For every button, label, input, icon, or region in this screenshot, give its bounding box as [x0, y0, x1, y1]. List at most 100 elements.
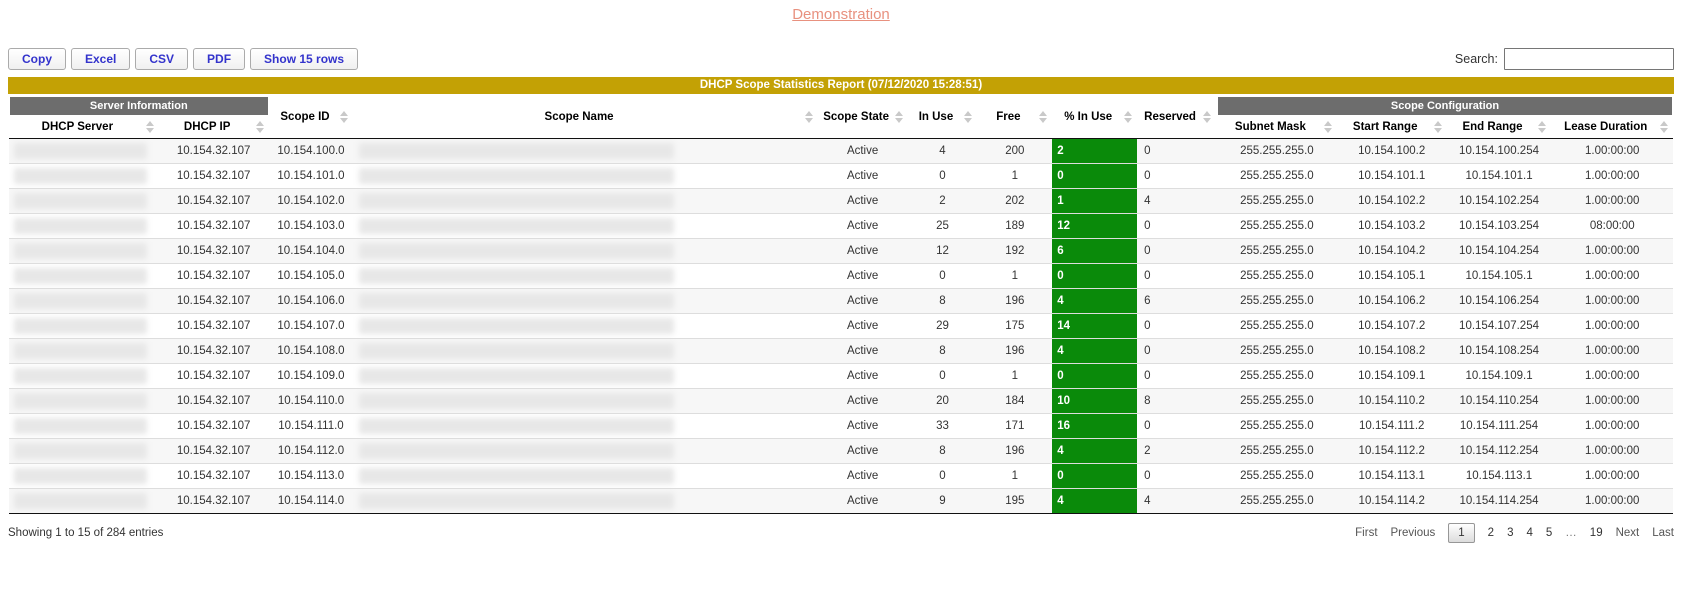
- column-header-reserved[interactable]: Reserved: [1137, 97, 1217, 138]
- cell-start-range: 10.154.104.2: [1337, 238, 1447, 263]
- sort-icon[interactable]: [1039, 111, 1047, 123]
- cell-dhcp-server-redacted: [9, 488, 159, 513]
- cell-free: 200: [977, 138, 1052, 163]
- sort-icon[interactable]: [1660, 121, 1668, 133]
- redacted-blur: [359, 393, 674, 409]
- cell-dhcp-server-redacted: [9, 413, 159, 438]
- cell-in-use: 29: [908, 313, 978, 338]
- column-header-pct-in-use[interactable]: % In Use: [1052, 97, 1137, 138]
- page-number[interactable]: 19: [1590, 527, 1603, 539]
- column-header-end-range[interactable]: End Range: [1447, 116, 1552, 138]
- cell-scope-state: Active: [818, 163, 908, 188]
- redacted-blur: [359, 343, 674, 359]
- cell-subnet-mask: 255.255.255.0: [1217, 188, 1337, 213]
- table-row: 10.154.32.107 10.154.109.0 Active 0 1 0 …: [9, 363, 1673, 388]
- cell-pct-in-use: 0: [1052, 163, 1137, 188]
- table-row: 10.154.32.107 10.154.106.0 Active 8 196 …: [9, 288, 1673, 313]
- cell-start-range: 10.154.103.2: [1337, 213, 1447, 238]
- cell-end-range: 10.154.105.1: [1447, 263, 1552, 288]
- sort-icon[interactable]: [146, 121, 154, 133]
- csv-button[interactable]: CSV: [135, 48, 188, 70]
- copy-button[interactable]: Copy: [8, 48, 66, 70]
- page-number-current[interactable]: 1: [1448, 523, 1474, 543]
- sort-icon[interactable]: [805, 111, 813, 123]
- column-header-scope-state[interactable]: Scope State: [818, 97, 908, 138]
- table-row: 10.154.32.107 10.154.104.0 Active 12 192…: [9, 238, 1673, 263]
- sort-icon[interactable]: [1538, 121, 1546, 133]
- page-first-button[interactable]: First: [1355, 527, 1377, 539]
- cell-free: 1: [977, 463, 1052, 488]
- cell-reserved: 0: [1137, 363, 1217, 388]
- cell-dhcp-server-redacted: [9, 238, 159, 263]
- page-number[interactable]: 2: [1488, 527, 1494, 539]
- cell-reserved: 0: [1137, 463, 1217, 488]
- cell-end-range: 10.154.110.254: [1447, 388, 1552, 413]
- cell-subnet-mask: 255.255.255.0: [1217, 238, 1337, 263]
- column-header-in-use[interactable]: In Use: [908, 97, 978, 138]
- cell-free: 192: [977, 238, 1052, 263]
- column-header-free[interactable]: Free: [977, 97, 1052, 138]
- cell-pct-in-use: 16: [1052, 413, 1137, 438]
- cell-dhcp-ip: 10.154.32.107: [159, 388, 269, 413]
- cell-scope-id: 10.154.102.0: [269, 188, 354, 213]
- report-title-bar: DHCP Scope Statistics Report (07/12/2020…: [8, 77, 1674, 94]
- table-row: 10.154.32.107 10.154.105.0 Active 0 1 0 …: [9, 263, 1673, 288]
- column-header-subnet-mask[interactable]: Subnet Mask: [1217, 116, 1337, 138]
- search-input[interactable]: [1504, 48, 1674, 70]
- cell-pct-in-use: 2: [1052, 138, 1137, 163]
- cell-scope-name-redacted: [353, 363, 817, 388]
- cell-start-range: 10.154.105.1: [1337, 263, 1447, 288]
- excel-button[interactable]: Excel: [71, 48, 130, 70]
- sort-icon[interactable]: [895, 111, 903, 123]
- column-header-start-range[interactable]: Start Range: [1337, 116, 1447, 138]
- column-header-dhcp-server[interactable]: DHCP Server: [9, 116, 159, 138]
- column-header-lease-duration[interactable]: Lease Duration: [1551, 116, 1673, 138]
- redacted-blur: [14, 218, 147, 234]
- cell-end-range: 10.154.102.254: [1447, 188, 1552, 213]
- sort-icon[interactable]: [1324, 121, 1332, 133]
- page-number[interactable]: 5: [1546, 527, 1552, 539]
- column-label: Scope ID: [280, 111, 329, 123]
- cell-lease-duration: 1.00:00:00: [1551, 263, 1673, 288]
- cell-in-use: 4: [908, 138, 978, 163]
- pdf-button[interactable]: PDF: [193, 48, 245, 70]
- column-header-dhcp-ip[interactable]: DHCP IP: [159, 116, 269, 138]
- cell-scope-state: Active: [818, 238, 908, 263]
- cell-pct-in-use: 0: [1052, 263, 1137, 288]
- sort-icon[interactable]: [256, 121, 264, 133]
- page-header: Demonstration: [0, 0, 1682, 34]
- demonstration-link[interactable]: Demonstration: [792, 6, 890, 23]
- cell-scope-id: 10.154.107.0: [269, 313, 354, 338]
- cell-start-range: 10.154.102.2: [1337, 188, 1447, 213]
- cell-lease-duration: 1.00:00:00: [1551, 338, 1673, 363]
- column-header-scope-name[interactable]: Scope Name: [353, 97, 817, 138]
- cell-reserved: 8: [1137, 388, 1217, 413]
- cell-scope-state: Active: [818, 288, 908, 313]
- cell-pct-in-use: 0: [1052, 363, 1137, 388]
- page-number[interactable]: 3: [1507, 527, 1513, 539]
- column-header-scope-id[interactable]: Scope ID: [269, 97, 354, 138]
- cell-end-range: 10.154.114.254: [1447, 488, 1552, 513]
- show-rows-button[interactable]: Show 15 rows: [250, 48, 358, 70]
- sort-icon[interactable]: [340, 111, 348, 123]
- cell-subnet-mask: 255.255.255.0: [1217, 263, 1337, 288]
- table-row: 10.154.32.107 10.154.100.0 Active 4 200 …: [9, 138, 1673, 163]
- page-next-button[interactable]: Next: [1616, 527, 1640, 539]
- page-number[interactable]: 4: [1526, 527, 1532, 539]
- cell-scope-state: Active: [818, 263, 908, 288]
- report-container: Copy Excel CSV PDF Show 15 rows Search: …: [8, 48, 1674, 543]
- cell-scope-id: 10.154.108.0: [269, 338, 354, 363]
- page-previous-button[interactable]: Previous: [1391, 527, 1436, 539]
- sort-icon[interactable]: [1203, 111, 1211, 123]
- sort-icon[interactable]: [1434, 121, 1442, 133]
- table-footer: Showing 1 to 15 of 284 entries First Pre…: [8, 514, 1674, 543]
- cell-scope-id: 10.154.104.0: [269, 238, 354, 263]
- sort-icon[interactable]: [1124, 111, 1132, 123]
- redacted-blur: [14, 443, 147, 459]
- cell-end-range: 10.154.107.254: [1447, 313, 1552, 338]
- cell-in-use: 25: [908, 213, 978, 238]
- sort-icon[interactable]: [964, 111, 972, 123]
- cell-scope-id: 10.154.109.0: [269, 363, 354, 388]
- page-last-button[interactable]: Last: [1652, 527, 1674, 539]
- redacted-blur: [359, 368, 674, 384]
